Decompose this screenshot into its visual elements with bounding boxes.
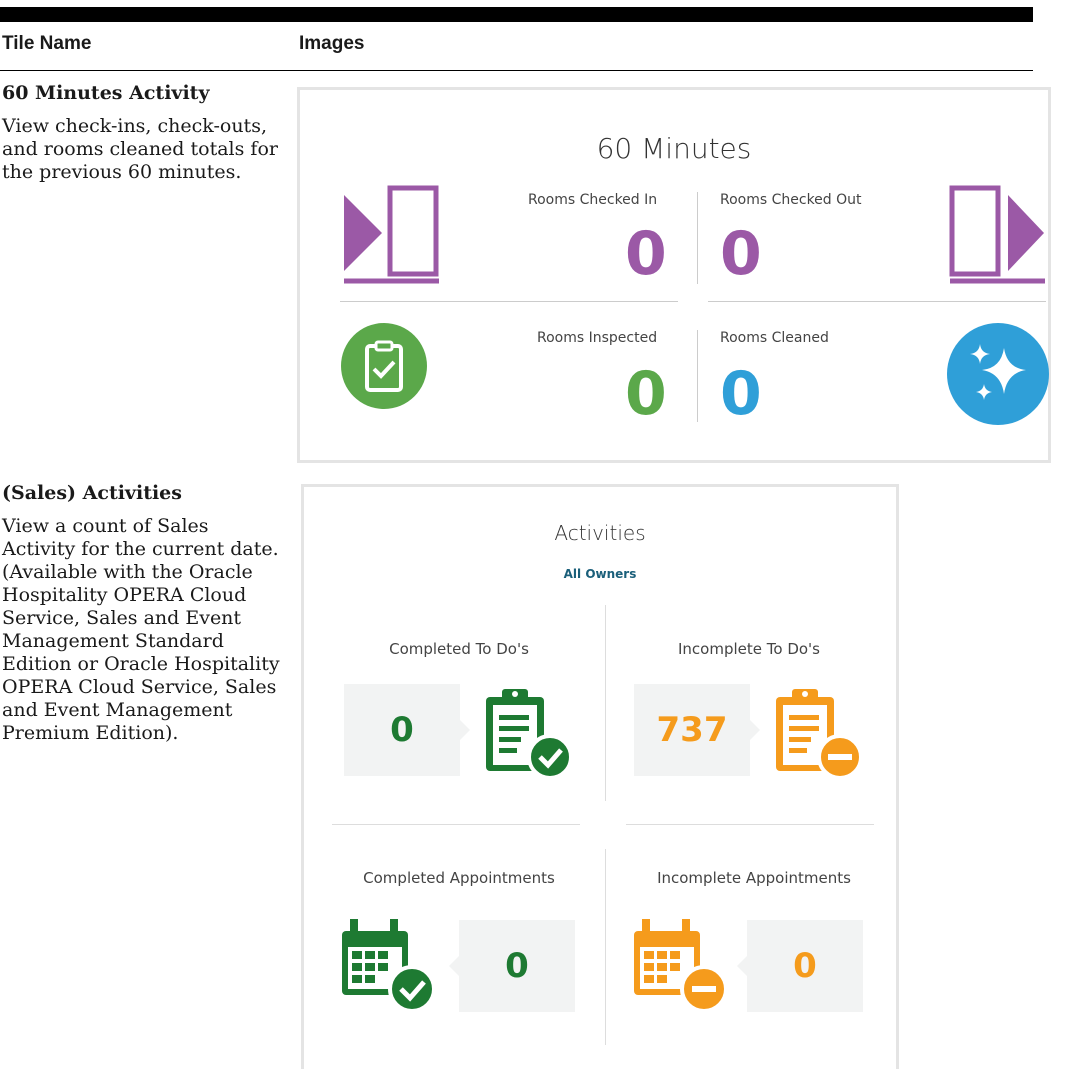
divider-vertical [697, 192, 698, 284]
rooms-inspected-label: Rooms Inspected [537, 330, 658, 346]
tile-title: Activities [554, 521, 646, 545]
tile-title: 60 Minutes [596, 132, 752, 165]
column-header-images: Images [299, 33, 365, 54]
incomplete-todos-box[interactable]: 737 [634, 684, 760, 776]
rooms-checked-in-value: 0 [625, 219, 667, 289]
incomplete-todos-label: Incomplete To Do's [678, 640, 820, 658]
clipboard-check-icon [341, 323, 427, 409]
tile-activities[interactable]: Activities All Owners Completed To Do's … [301, 484, 899, 1069]
header-divider [0, 70, 1033, 71]
rooms-checked-in-label: Rooms Checked In [528, 192, 658, 208]
rooms-checked-out-label: Rooms Checked Out [720, 192, 862, 208]
rooms-inspected-value: 0 [625, 359, 667, 429]
clipboard-check-icon [486, 689, 573, 780]
column-header-tile-name: Tile Name [2, 33, 92, 54]
completed-todos-box[interactable]: 0 [344, 684, 470, 776]
completed-appointments-label: Completed Appointments [363, 869, 555, 887]
divider-vertical [605, 849, 606, 1045]
tile-60-minutes[interactable]: 60 Minutes Rooms Checked In 0 Rooms Chec… [297, 87, 1051, 463]
rooms-checked-out-value: 0 [720, 219, 762, 289]
completed-appointments-value: 0 [505, 946, 529, 986]
incomplete-appointments-label: Incomplete Appointments [657, 869, 851, 887]
incomplete-appointments-box[interactable]: 0 [737, 920, 863, 1012]
completed-todos-value: 0 [390, 710, 414, 750]
sparkle-icon [947, 323, 1049, 425]
divider-vertical [697, 330, 698, 422]
completed-todos-label: Completed To Do's [389, 640, 529, 658]
top-rule [0, 7, 1033, 22]
door-enter-icon [344, 185, 439, 284]
clipboard-minus-icon [776, 689, 863, 780]
rooms-cleaned-label: Rooms Cleaned [720, 330, 829, 346]
tile-description-60-minutes: View check-ins, check-outs, and rooms cl… [2, 115, 278, 183]
rooms-cleaned-value: 0 [720, 359, 762, 429]
divider-vertical [605, 605, 606, 801]
divider-horizontal [332, 824, 580, 825]
divider-horizontal [708, 301, 1046, 302]
tile-description-sales-activities: View a count of Sales Activity for the c… [2, 515, 280, 744]
tile-name-60-minutes: 60 Minutes Activity [2, 82, 210, 104]
divider-horizontal [626, 824, 874, 825]
calendar-check-icon [342, 919, 436, 1013]
calendar-minus-icon [634, 919, 728, 1013]
completed-appointments-box[interactable]: 0 [449, 920, 575, 1012]
owner-filter-link[interactable]: All Owners [304, 567, 896, 581]
divider-horizontal [340, 301, 678, 302]
incomplete-appointments-value: 0 [793, 946, 817, 986]
door-exit-icon [949, 185, 1045, 284]
tile-name-sales-activities: (Sales) Activities [2, 482, 182, 504]
incomplete-todos-value: 737 [656, 710, 728, 750]
